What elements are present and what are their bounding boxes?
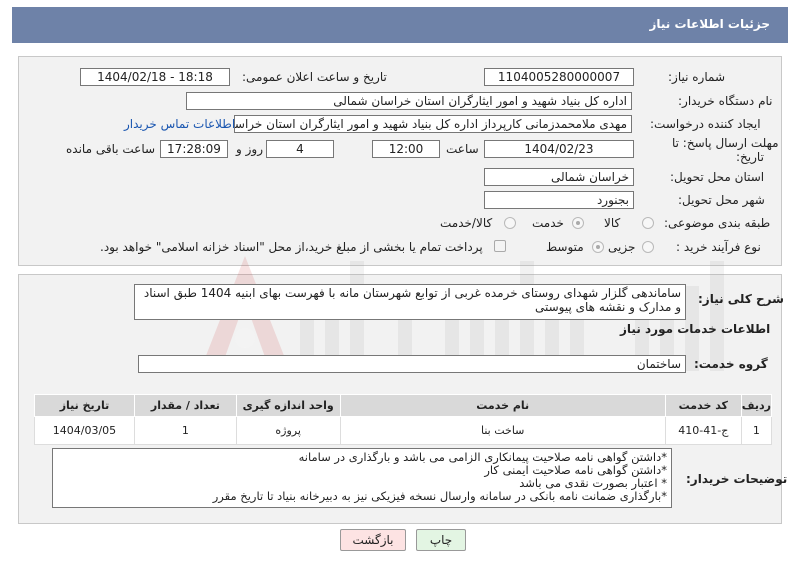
page-title: جزئیات اطلاعات نیاز — [12, 7, 788, 43]
services-table: ردیف کد خدمت نام خدمت واحد اندازه گیری ت… — [34, 394, 773, 445]
payment-note: پرداخت تمام یا بخشی از مبلغ خرید،از محل … — [100, 240, 483, 254]
category-label: طبقه بندی موضوعی: — [664, 216, 771, 230]
treasury-bonds-checkbox[interactable] — [494, 240, 506, 252]
service-group-label: گروه خدمت: — [694, 357, 768, 371]
col-header-need-date: تاریخ نیاز — [34, 394, 135, 417]
cell-quantity: 1 — [133, 416, 237, 445]
province-label: استان محل تحویل: — [670, 170, 765, 184]
remaining-time-field[interactable]: 17:28:09 — [160, 140, 228, 158]
buyer-note-line: *بارگذاری ضمانت نامه بانکی در سامانه وار… — [212, 489, 667, 503]
buyer-notes-field[interactable]: *داشتن گواهی نامه صلاحیت پیمانکاری الزام… — [52, 448, 672, 508]
deadline-label-date: تاریخ: — [736, 150, 764, 164]
cell-row-number: 1 — [740, 416, 773, 445]
cell-need-date: 1404/03/05 — [34, 416, 135, 445]
contact-info-link[interactable]: اطلاعات تماس خریدار — [124, 117, 235, 131]
creator-label: ایجاد کننده درخواست: — [650, 117, 761, 131]
days-remaining-field[interactable]: 4 — [266, 140, 334, 158]
request-info-panel — [18, 56, 782, 266]
cell-service-name: ساخت بنا — [339, 416, 666, 445]
description-field[interactable]: ساماندهی گلزار شهدای روستای خرمده غربی ا… — [134, 284, 686, 320]
need-number-field[interactable]: 1104005280000007 — [484, 68, 634, 86]
back-button[interactable]: بازگشت — [340, 529, 406, 551]
buyer-org-label: نام دستگاه خریدار: — [678, 94, 773, 108]
table-header-row: ردیف کد خدمت نام خدمت واحد اندازه گیری ت… — [34, 394, 773, 417]
cell-service-code: ج-41-410 — [664, 416, 742, 445]
description-label: شرح کلی نیاز: — [698, 292, 784, 306]
purchase-radio-minor[interactable] — [642, 241, 654, 253]
days-label: روز و — [236, 142, 263, 156]
service-group-field[interactable]: ساختمان — [138, 355, 686, 373]
category-option-service: خدمت — [532, 216, 564, 230]
cell-unit: پروژه — [235, 416, 341, 445]
remaining-label: ساعت باقی مانده — [66, 142, 156, 156]
category-option-goods-service: کالا/خدمت — [440, 216, 493, 230]
purchase-type-label: نوع فرآیند خرید : — [676, 240, 761, 254]
print-button[interactable]: چاپ — [416, 529, 466, 551]
category-radio-service[interactable] — [572, 217, 584, 229]
deadline-time-label: ساعت — [446, 142, 479, 156]
city-label: شهر محل تحویل: — [678, 193, 765, 207]
deadline-date-field[interactable]: 1404/02/23 — [484, 140, 634, 158]
city-field[interactable]: بجنورد — [484, 191, 634, 209]
col-header-row-number: ردیف — [740, 394, 773, 417]
col-header-quantity: تعداد / مقدار — [133, 394, 237, 417]
deadline-time-field[interactable]: 12:00 — [372, 140, 440, 158]
col-header-unit: واحد اندازه گیری — [235, 394, 341, 417]
table-row[interactable]: 1 ج-41-410 ساخت بنا پروژه 1 1404/03/05 — [34, 416, 773, 445]
category-radio-goods[interactable] — [642, 217, 654, 229]
col-header-service-code: کد خدمت — [664, 394, 742, 417]
col-header-service-name: نام خدمت — [339, 394, 666, 417]
buyer-notes-label: توضیحات خریدار: — [686, 472, 788, 486]
buyer-org-field[interactable]: اداره کل بنیاد شهید و امور ایثارگران است… — [186, 92, 632, 110]
announce-date-field[interactable]: 1404/02/18 - 18:18 — [80, 68, 230, 86]
purchase-radio-medium[interactable] — [592, 241, 604, 253]
creator-field[interactable]: مهدی ملامحمدزمانی کارپرداز اداره کل بنیا… — [234, 115, 632, 133]
category-radio-goods-service[interactable] — [504, 217, 516, 229]
services-section-title: اطلاعات خدمات مورد نیاز — [620, 322, 771, 336]
category-option-goods: کالا — [604, 216, 621, 230]
purchase-option-minor: جزیی — [608, 240, 636, 254]
province-field[interactable]: خراسان شمالی — [484, 168, 634, 186]
purchase-option-medium: متوسط — [546, 240, 584, 254]
announce-date-label: تاریخ و ساعت اعلان عمومی: — [242, 70, 387, 84]
need-number-label: شماره نیاز: — [668, 70, 725, 84]
deadline-label: مهلت ارسال پاسخ: تا — [672, 136, 779, 150]
